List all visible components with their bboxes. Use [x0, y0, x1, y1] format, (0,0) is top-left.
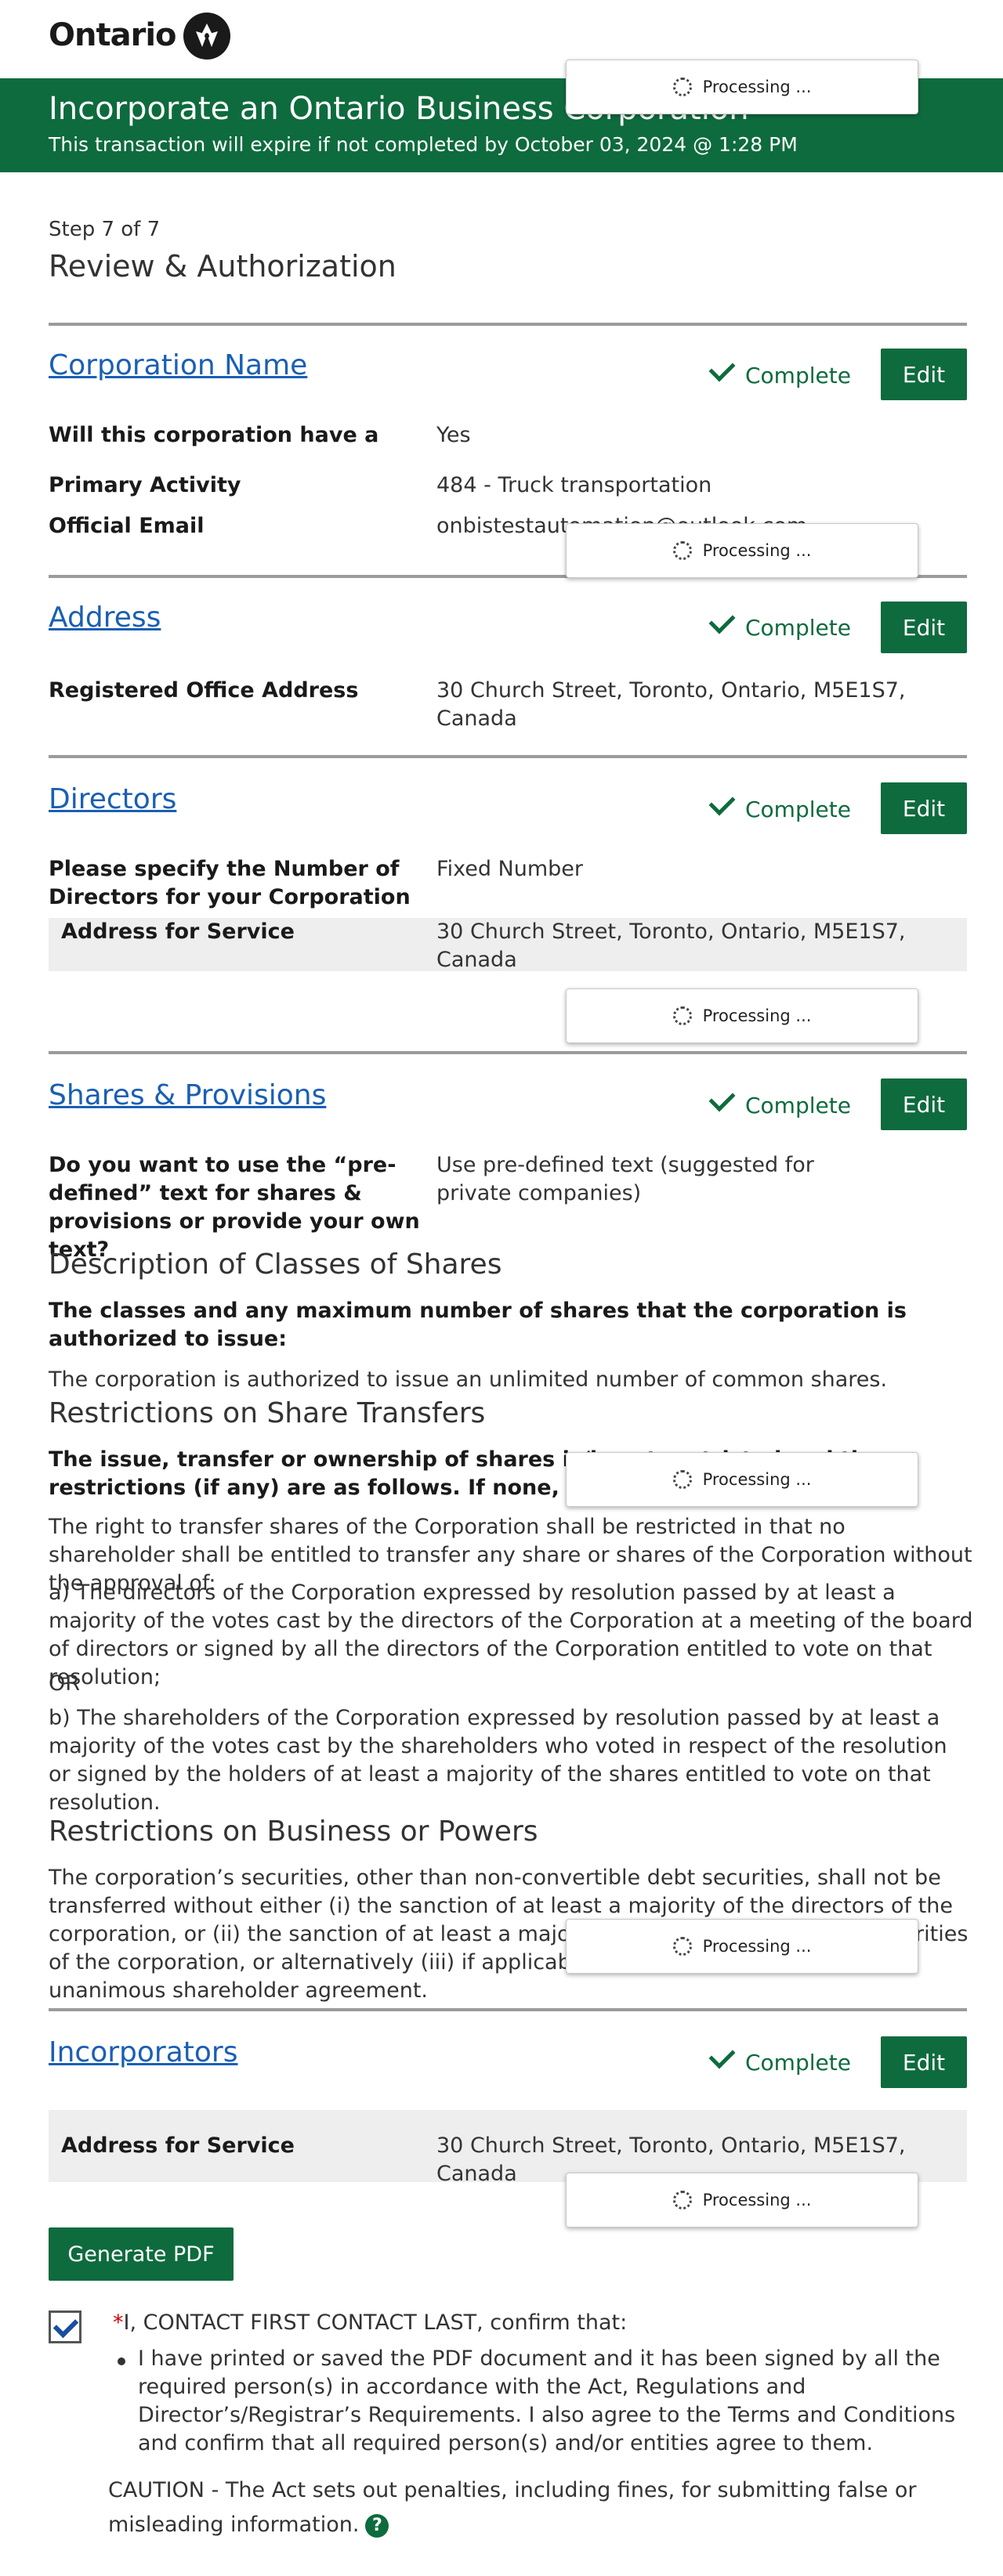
address-for-service-row: Address for Service 30 Church Street, To… [49, 918, 967, 971]
processing-toast: Processing ... [566, 523, 918, 578]
classes-heading: Description of Classes of Shares [49, 1248, 502, 1281]
step-indicator: Step 7 of 7 [49, 218, 161, 241]
processing-toast: Processing ... [566, 1452, 918, 1507]
bullet-icon [118, 2357, 125, 2365]
section-divider [49, 755, 967, 758]
field-label: Will this corporation have a number name… [49, 423, 379, 447]
field-label: Official Email [49, 514, 205, 538]
question-icon[interactable]: ? [365, 2513, 389, 2538]
field-label: Address for Service [61, 919, 295, 944]
address-status: Complete [708, 607, 851, 641]
caution-notice: CAUTION - The Act sets out penalties, in… [108, 2478, 917, 2538]
field-label: Please specify the Number of Directors f… [49, 857, 411, 909]
checkmark-icon [53, 2312, 79, 2339]
trillium-icon[interactable] [183, 13, 230, 60]
field-label: Primary Activity [49, 473, 241, 497]
section-divider [49, 2008, 967, 2011]
spinner-icon [672, 1006, 692, 1025]
edit-directors-button[interactable]: Edit [881, 782, 967, 834]
directors-status: Complete [708, 789, 851, 822]
processing-toast: Processing ... [566, 2173, 918, 2227]
spinner-icon [672, 2191, 692, 2209]
expiry-notice: This transaction will expire if not comp… [49, 133, 798, 156]
field-value: 484 - Truck transportation [436, 473, 712, 497]
edit-incorporators-button[interactable]: Edit [881, 2036, 967, 2088]
edit-corporation-name-button[interactable]: Edit [881, 349, 967, 400]
classes-text: The corporation is authorized to issue a… [49, 1367, 888, 1392]
field-label: Do you want to use the “pre-defined” tex… [49, 1153, 420, 1262]
processing-toast: Processing ... [566, 60, 918, 114]
field-label: Address for Service [61, 2133, 295, 2158]
checkmark-icon [708, 607, 736, 634]
checkmark-icon [708, 2042, 736, 2069]
spinner-icon [672, 78, 692, 96]
corporation-name-link[interactable]: Corporation Name [49, 349, 307, 381]
incorporators-link[interactable]: Incorporators [49, 2036, 238, 2068]
section-divider [49, 323, 967, 326]
field-value: Fixed Number [436, 857, 584, 881]
spinner-icon [672, 1470, 692, 1489]
business-heading: Restrictions on Business or Powers [49, 1815, 538, 1848]
field-value: 30 Church Street, Toronto, Ontario, M5E1… [436, 919, 906, 971]
shares-provisions-link[interactable]: Shares & Provisions [49, 1079, 326, 1111]
shares-status: Complete [708, 1085, 851, 1118]
processing-toast: Processing ... [566, 1919, 918, 1974]
generate-pdf-button[interactable]: Generate PDF [49, 2227, 234, 2281]
address-for-service-row: Address for Service 30 Church Street, To… [49, 2110, 967, 2186]
restrictions-or: OR [49, 1671, 81, 1696]
checkmark-icon [708, 355, 736, 382]
confirm-checkbox[interactable] [49, 2310, 81, 2343]
corporation-name-status: Complete [708, 355, 851, 388]
incorporators-status: Complete [708, 2042, 851, 2076]
section-divider [49, 1051, 967, 1054]
confirmation-statement: I have printed or saved the PDF document… [138, 2347, 956, 2455]
confirm-label: *I, CONTACT FIRST CONTACT LAST, confirm … [113, 2310, 628, 2335]
restrictions-paragraph: b) The shareholders of the Corporation e… [49, 1706, 947, 1815]
directors-link[interactable]: Directors [49, 783, 176, 815]
spinner-icon [672, 541, 692, 560]
required-marker: * [113, 2310, 124, 2335]
ontario-logo-text[interactable]: Ontario [49, 17, 177, 53]
field-value: Use pre-defined text (suggested for priv… [436, 1153, 814, 1205]
field-label: Registered Office Address [49, 678, 359, 703]
classes-label: The classes and any maximum number of sh… [49, 1299, 907, 1351]
checkmark-icon [708, 789, 736, 816]
restrictions-heading: Restrictions on Share Transfers [49, 1397, 486, 1429]
page-title: Review & Authorization [49, 249, 396, 284]
field-value: Yes [436, 423, 471, 447]
edit-shares-button[interactable]: Edit [881, 1078, 967, 1130]
field-value: 30 Church Street, Toronto, Ontario, M5E1… [436, 678, 906, 731]
spinner-icon [672, 1937, 692, 1956]
checkmark-icon [708, 1085, 736, 1112]
edit-address-button[interactable]: Edit [881, 602, 967, 653]
processing-toast: Processing ... [566, 988, 918, 1043]
address-link[interactable]: Address [49, 602, 161, 634]
